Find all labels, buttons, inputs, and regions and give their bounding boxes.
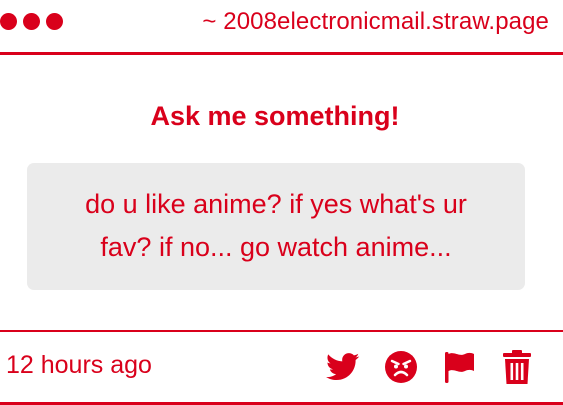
- window-dot-3[interactable]: [46, 13, 63, 30]
- footer-divider: [0, 330, 563, 332]
- window-dot-1[interactable]: [0, 13, 17, 30]
- header-divider: [0, 52, 563, 55]
- angry-face-icon: [385, 351, 417, 383]
- question-text: do u like anime? if yes what's ur fav? i…: [85, 189, 467, 262]
- window-header: ~ 2008electronicmail.straw.page: [0, 0, 563, 52]
- delete-button[interactable]: [499, 349, 535, 385]
- angry-react-button[interactable]: [383, 349, 419, 385]
- timestamp: 12 hours ago: [6, 351, 152, 379]
- window-dot-2[interactable]: [23, 13, 40, 30]
- flag-icon: [445, 352, 474, 383]
- page-url[interactable]: ~ 2008electronicmail.straw.page: [202, 8, 549, 36]
- twitter-bird-icon: [326, 353, 360, 381]
- window-controls: [0, 13, 63, 30]
- action-bar: [325, 349, 535, 385]
- trash-icon: [503, 350, 531, 384]
- page-title: Ask me something!: [150, 101, 400, 131]
- ask-card: ~ 2008electronicmail.straw.page Ask me s…: [0, 0, 563, 405]
- twitter-share-button[interactable]: [325, 349, 361, 385]
- question-box: do u like anime? if yes what's ur fav? i…: [27, 163, 525, 290]
- report-button[interactable]: [441, 349, 477, 385]
